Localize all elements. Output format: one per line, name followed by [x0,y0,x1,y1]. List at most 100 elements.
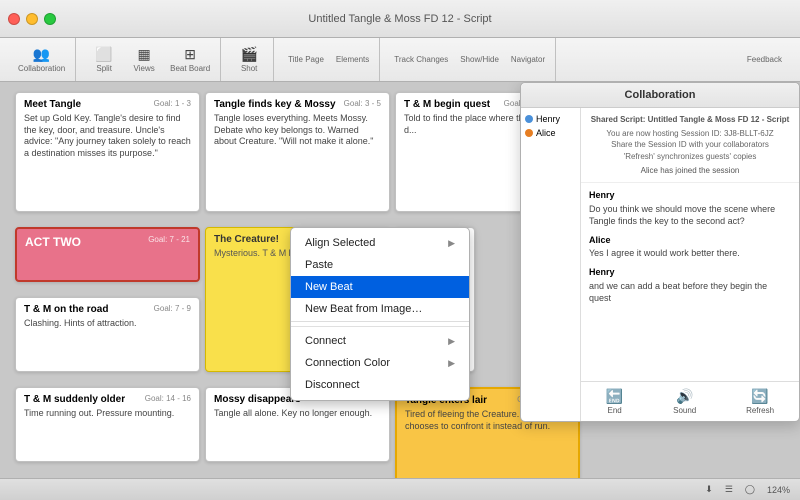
beat-card-tangle-finds-key[interactable]: Tangle finds key & Mossy Goal: 3 - 5 Tangl… [205,92,390,212]
beat-card-title: T & M on the road [24,304,108,315]
beat-card-text: Set up Gold Key. Tangle's desire to find… [24,113,191,160]
statusbar-download-icon[interactable]: ⬇ [705,484,713,495]
toolbar-group-collaboration: 👥 Collaboration [8,38,76,81]
beatboard-label: Beat Board [170,64,210,73]
collab-user-henry[interactable]: Henry [525,114,576,124]
collab-footer-label: Refresh [746,406,774,415]
titlebar: Untitled Tangle & Moss FD 12 - Script [0,0,800,38]
collab-body: HenryAlice Shared Script: Untitled Tangl… [521,108,799,421]
beat-card-text: Tangle loses everything. Meets Mossy. De… [214,113,381,148]
chat-text: Yes I agree it would work better there. [589,247,791,260]
feedback-label: Feedback [747,55,782,64]
beat-card-goal: Goal: 3 - 5 [344,99,381,108]
beat-card-goal: Goal: 7 - 21 [148,235,190,244]
maximize-button[interactable] [44,13,56,25]
collab-user-alice[interactable]: Alice [525,128,576,138]
menu-item-label: New Beat [305,281,353,293]
menu-item-disconnect[interactable]: Disconnect [291,374,469,396]
toolbar-group-trackchanges: Track Changes Show/Hide Navigator [384,38,556,81]
statusbar-right: ⬇ ☰ ◯ 124% [705,484,790,495]
beat-card-meet-tangle[interactable]: Meet TangleGoal: 1 - 3Set up Gold Key. T… [15,92,200,212]
navigator-button[interactable]: Navigator [507,53,549,66]
menu-item-new-beat[interactable]: New Beat [291,276,469,298]
beat-card-text: Tangle all alone. Key no longer enough. [214,408,381,420]
minimize-button[interactable] [26,13,38,25]
window-title: Untitled Tangle & Moss FD 12 - Script [308,13,491,25]
beatboard-button[interactable]: ⊞ Beat Board [166,44,214,75]
views-button[interactable]: ▦ Views [126,44,162,75]
collab-footer-btn-refresh[interactable]: 🔄Refresh [740,386,780,417]
collab-panel-title: Collaboration [521,83,799,108]
collab-users-list: Henry Alice [521,108,581,421]
split-icon: ⬜ [95,46,112,63]
chat-sender: Henry [589,266,791,279]
statusbar-list-icon[interactable]: ☰ [725,484,733,495]
menu-item-label: Paste [305,259,333,271]
beat-card-goal: Goal: 1 - 3 [154,99,191,108]
menu-item-label: New Beat from Image… [305,303,422,315]
navigator-label: Navigator [511,55,545,64]
trackchanges-button[interactable]: Track Changes [390,53,452,66]
titlepage-label: Title Page [288,55,324,64]
showhide-label: Show/Hide [460,55,499,64]
beat-card-title: T & M begin quest [404,99,490,110]
statusbar-circle-icon[interactable]: ◯ [745,484,755,495]
menu-item-label: Align Selected [305,237,375,249]
toolbar-group-split: ⬜ Split ▦ Views ⊞ Beat Board [80,38,221,81]
showhide-button[interactable]: Show/Hide [456,53,503,66]
chat-text: and we can add a beat before they begin … [589,280,791,305]
views-icon: ▦ [138,46,151,63]
collaboration-icon: 👥 [33,46,50,63]
statusbar: ⬇ ☰ ◯ 124% [0,478,800,500]
statusbar-zoom: 124% [767,485,790,495]
beat-card-title: Tangle finds key & Mossy [214,99,336,110]
beat-card-title: The Creature! [214,234,279,245]
shot-label: Shot [241,64,257,73]
menu-arrow-icon: ▶ [448,238,455,249]
beat-card-title: T & M suddenly older [24,394,125,405]
collab-footer-btn-sound[interactable]: 🔊Sound [667,386,702,417]
elements-button[interactable]: Elements [332,53,373,66]
collab-chat[interactable]: HenryDo you think we should move the sce… [581,183,799,381]
trackchanges-label: Track Changes [394,55,448,64]
beat-card-title: ACT TWO [25,235,81,249]
menu-item-align-selected[interactable]: Align Selected ▶ [291,232,469,254]
shot-button[interactable]: 🎬 Shot [231,44,267,75]
close-button[interactable] [8,13,20,25]
refresh-icon: 🔄 [751,388,768,405]
beat-card-title: Mossy disappears [214,394,301,405]
titlepage-button[interactable]: Title Page [284,53,328,66]
sound-icon: 🔊 [676,388,693,405]
chat-message: Henryand we can add a beat before they b… [589,266,791,305]
collaboration-panel: Collaboration HenryAlice Shared Script: … [520,82,800,422]
feedback-button[interactable]: Feedback [743,53,786,66]
menu-item-connection-color[interactable]: Connection Color▶ [291,352,469,374]
elements-label: Elements [336,55,369,64]
beatboard[interactable]: Meet TangleGoal: 1 - 3Set up Gold Key. T… [0,82,800,478]
split-button[interactable]: ⬜ Split [86,44,122,75]
main-area: Meet TangleGoal: 1 - 3Set up Gold Key. T… [0,82,800,478]
collab-footer: 🔚End 🔊Sound 🔄Refresh [581,381,799,421]
session-info: You are now hosting Session ID: 3J8-BLLT… [589,128,791,162]
user-color-dot [525,129,533,137]
split-label: Split [96,64,112,73]
menu-item-label: Connect [305,335,346,347]
toolbar-group-shot: 🎬 Shot [225,38,274,81]
beat-card-tm-on-road[interactable]: T & M on the roadGoal: 7 - 9Clashing. Hi… [15,297,200,372]
chat-text: Do you think we should move the scene wh… [589,203,791,228]
chat-message: AliceYes I agree it would work better th… [589,234,791,260]
user-name: Alice [536,128,556,138]
chat-sender: Henry [589,189,791,202]
menu-arrow-icon: ▶ [448,358,455,369]
menu-item-paste[interactable]: Paste [291,254,469,276]
beat-card-text: Clashing. Hints of attraction. [24,318,191,330]
collab-footer-label: Sound [673,406,696,415]
collab-footer-btn-end[interactable]: 🔚End [600,386,629,417]
menu-item-new-beat-image[interactable]: New Beat from Image… [291,298,469,322]
beat-card-act-two[interactable]: ACT TWO Goal: 7 - 21 [15,227,200,282]
end-icon: 🔚 [606,388,623,405]
beat-card-tm-suddenly-older[interactable]: T & M suddenly olderGoal: 14 - 16Time ru… [15,387,200,462]
collaboration-button[interactable]: 👥 Collaboration [14,44,69,75]
user-name: Henry [536,114,560,124]
menu-item-connect[interactable]: Connect▶ [291,330,469,352]
